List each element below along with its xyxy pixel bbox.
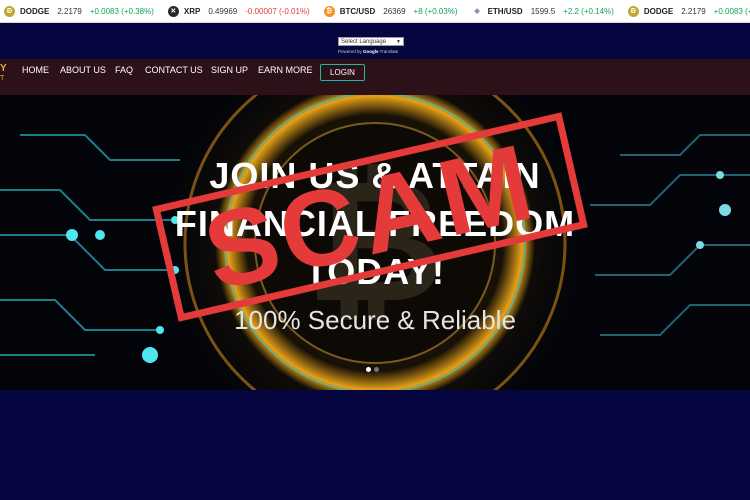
logo-line-2: T	[0, 75, 5, 82]
ticker-symbol: BTC/USD	[339, 6, 376, 16]
google-translate-credit: Powered by Google Translate	[338, 49, 398, 54]
ticker-item[interactable]: ✕ XRP 0.49969 -0.00007 (-0.01%)	[167, 5, 310, 17]
ticker-change: +8 (+0.03%)	[413, 6, 458, 16]
price-ticker: Ð DODGE 2.2179 +0.0083 (+0.38%) ✕ XRP 0.…	[0, 0, 750, 23]
ticker-price: 26369	[383, 6, 406, 16]
ticker-item[interactable]: Ð DODGE 2.2179 +0.0083 (+0.38%)	[4, 5, 154, 17]
header-top: Select Language ▼ Powered by Google Tran…	[0, 23, 750, 59]
ticker-symbol: ETH/USD	[487, 6, 523, 16]
ticker-price: 2.2179	[57, 6, 82, 16]
login-button[interactable]: LOGIN	[320, 64, 365, 81]
dogecoin-icon: Ð	[627, 5, 639, 17]
ticker-item[interactable]: Ð DODGE 2.2179 +0.0083 (+0.38%)	[627, 5, 750, 17]
ticker-change: +0.0083 (+0.38%)	[713, 6, 750, 16]
ticker-price: 2.2179	[681, 6, 706, 16]
ticker-change: +2.2 (+0.14%)	[563, 6, 614, 16]
slider-dots	[366, 367, 379, 372]
chevron-down-icon: ▼	[396, 39, 401, 45]
ticker-change: -0.00007 (-0.01%)	[245, 6, 310, 16]
nav-earn-more[interactable]: EARN MORE	[258, 65, 313, 75]
ticker-symbol: DODGE	[20, 6, 50, 16]
bitcoin-icon: ₿	[323, 5, 335, 17]
nav-faq[interactable]: FAQ	[115, 65, 133, 75]
ticker-symbol: XRP	[183, 6, 201, 16]
dogecoin-icon: Ð	[4, 5, 15, 17]
ticker-price: 0.49969	[208, 6, 238, 16]
ticker-symbol: DODGE	[643, 6, 674, 16]
google-logo: Google	[363, 49, 379, 54]
nav-contact-us[interactable]: CONTACT US	[145, 65, 203, 75]
ticker-item[interactable]: ◆ ETH/USD 1599.5 +2.2 (+0.14%)	[471, 5, 614, 17]
hero-headline-line-1: JOIN US & ATTAIN	[209, 155, 541, 196]
language-select-label: Select Language	[341, 39, 387, 45]
translate-text: Translate	[378, 49, 399, 54]
hero-headline-line-3: TODAY!	[304, 251, 446, 292]
nav-home[interactable]: HOME	[22, 65, 49, 75]
language-select[interactable]: Select Language ▼	[338, 37, 404, 46]
hero-slider[interactable]: ₿ JOIN US & ATTAIN FINANCIAL FREEDOM TOD…	[0, 95, 750, 390]
ticker-item[interactable]: ₿ BTC/USD 26369 +8 (+0.03%)	[323, 5, 458, 17]
ticker-price: 1599.5	[530, 6, 556, 16]
ticker-change: +0.0083 (+0.38%)	[89, 6, 154, 16]
slider-dot[interactable]	[374, 367, 379, 372]
page-body	[0, 390, 750, 500]
ethereum-icon: ◆	[471, 5, 483, 17]
slider-dot[interactable]	[366, 367, 371, 372]
main-navbar: Y T HOME ABOUT US FAQ CONTACT US SIGN UP…	[0, 59, 750, 95]
hero-headline-line-2: FINANCIAL FREEDOM	[174, 203, 576, 244]
hero-subtitle: 100% Secure & Reliable	[234, 305, 516, 335]
site-logo[interactable]: Y T	[0, 63, 7, 82]
nav-sign-up[interactable]: SIGN UP	[211, 65, 248, 75]
powered-by-text: Powered by	[338, 49, 364, 54]
nav-about-us[interactable]: ABOUT US	[60, 65, 106, 75]
xrp-icon: ✕	[167, 5, 179, 17]
logo-line-1: Y	[0, 63, 7, 74]
